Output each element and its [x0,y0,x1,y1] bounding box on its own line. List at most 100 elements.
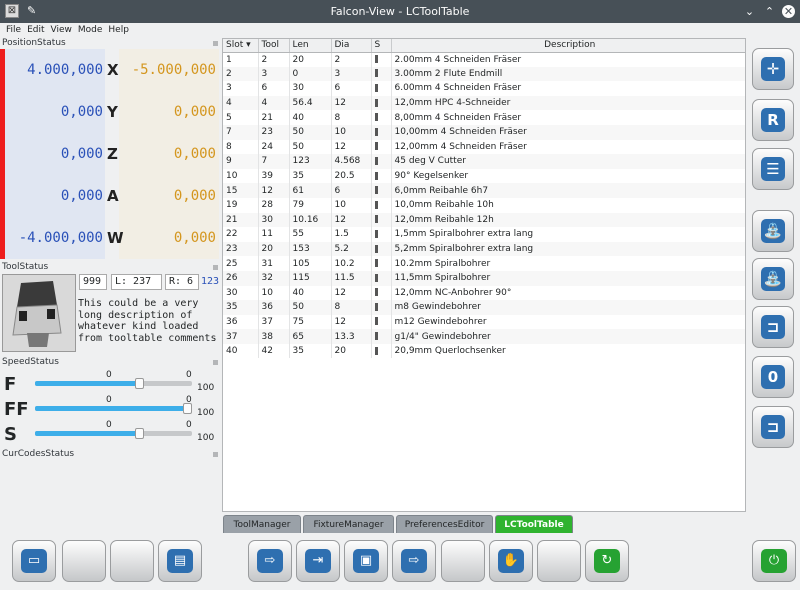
table-row[interactable]: 3 6 30 6 6.00mm 4 Schneiden Fräser [223,81,745,96]
cell-dia[interactable]: 3 [331,66,372,82]
minimize-icon[interactable]: ⌃ [762,4,777,19]
table-row[interactable]: 21 30 10.16 12 12,0mm Reibahle 12h [223,212,745,228]
cell-tool[interactable]: 42 [258,343,290,359]
program-pause-button[interactable]: ▣ [344,540,388,582]
table-row[interactable]: 2 3 0 3 3.00mm 2 Flute Endmill [223,66,745,82]
cell-description[interactable]: g1/4" Gewindebohrer [391,329,745,344]
cell-description[interactable]: 10,0mm Reibahle 10h [391,197,745,213]
cell-dia[interactable]: 12 [331,139,372,155]
cell-len[interactable]: 0 [289,66,332,82]
cell-tool[interactable]: 24 [258,139,290,155]
jog-pendant-button[interactable]: ✛ [752,48,794,90]
cell-dia[interactable]: 4.568 [331,154,372,169]
cell-s[interactable] [371,52,392,67]
cell-dia[interactable]: 10 [331,197,372,213]
cell-len[interactable]: 55 [289,227,332,242]
cell-tool[interactable]: 3 [258,66,290,82]
cell-description[interactable]: 20,9mm Querlochsenker [391,343,745,359]
tool-change-button[interactable]: ⊐ [752,306,794,348]
program-run-from-line-button[interactable]: ⇨ [392,540,436,582]
cell-s[interactable] [371,124,392,140]
blank-button[interactable] [537,540,581,582]
coolant-flood-button[interactable]: ⛲ [752,210,794,252]
cell-description[interactable]: 2.00mm 4 Schneiden Fräser [391,52,745,67]
column-header-dia[interactable]: Dia [331,39,372,53]
table-row[interactable]: 25 31 105 10.2 10.2mm Spiralbohrer [223,256,745,271]
cell-dia[interactable]: 13.3 [331,329,372,344]
table-row[interactable]: 37 38 65 13.3 g1/4" Gewindebohrer [223,329,745,344]
cell-tool[interactable]: 31 [258,256,290,271]
cell-description[interactable]: 12,0mm HPC 4-Schneider [391,95,745,111]
column-header-len[interactable]: Len [289,39,332,53]
cell-tool[interactable]: 4 [258,95,290,111]
cell-s[interactable] [371,212,392,228]
cell-tool[interactable]: 21 [258,110,290,125]
tab-toolmanager[interactable]: ToolManager [223,515,301,533]
tab-lctooltable[interactable]: LCToolTable [495,515,573,533]
cell-dia[interactable]: 6 [331,183,372,198]
cell-slot[interactable]: 10 [223,168,259,184]
list-view-button[interactable]: ☰ [752,148,794,190]
column-header-slot[interactable]: Slot ▾ [223,39,259,53]
cell-tool[interactable]: 7 [258,154,290,169]
cell-description[interactable]: 6,0mm Reibahle 6h7 [391,183,745,198]
menu-view[interactable]: View [51,23,72,38]
cell-slot[interactable]: 22 [223,227,259,242]
cell-s[interactable] [371,139,392,155]
cell-len[interactable]: 50 [289,300,332,315]
cell-s[interactable] [371,329,392,344]
cell-description[interactable]: m8 Gewindebohrer [391,300,745,315]
cell-description[interactable]: 12,00mm 4 Schneiden Fräser [391,139,745,155]
dock-float-icon[interactable] [213,41,218,46]
cell-tool[interactable]: 20 [258,241,290,257]
cell-s[interactable] [371,154,392,169]
cell-len[interactable]: 153 [289,241,332,257]
cell-slot[interactable]: 30 [223,285,259,301]
program-step-button[interactable]: ⇥ [296,540,340,582]
cell-len[interactable]: 50 [289,139,332,155]
cell-slot[interactable]: 36 [223,314,259,330]
cell-len[interactable]: 61 [289,183,332,198]
table-row[interactable]: 26 32 115 11.5 11,5mm Spiralbohrer [223,270,745,286]
table-row[interactable]: 1 2 20 2 2.00mm 4 Schneiden Fräser [223,52,745,67]
cell-slot[interactable]: 25 [223,256,259,271]
blank-button[interactable] [62,540,106,582]
table-row[interactable]: 40 42 35 20 20,9mm Querlochsenker [223,343,745,359]
cell-s[interactable] [371,314,392,330]
table-row[interactable]: 19 28 79 10 10,0mm Reibahle 10h [223,197,745,213]
speed-slider[interactable] [35,428,192,439]
column-header-description[interactable]: Description [391,39,745,53]
menu-help[interactable]: Help [108,23,129,38]
tab-fixturemanager[interactable]: FixtureManager [303,515,394,533]
cell-len[interactable]: 123 [289,154,332,169]
cell-dia[interactable]: 11.5 [331,270,372,286]
cell-s[interactable] [371,270,392,286]
menu-mode[interactable]: Mode [78,23,103,38]
table-row[interactable]: 30 10 40 12 12,0mm NC-Anbohrer 90° [223,285,745,301]
cell-slot[interactable]: 8 [223,139,259,155]
cell-s[interactable] [371,300,392,315]
table-row[interactable]: 4 4 56.4 12 12,0mm HPC 4-Schneider [223,95,745,111]
cell-slot[interactable]: 37 [223,329,259,344]
cell-len[interactable]: 50 [289,124,332,140]
cell-len[interactable]: 35 [289,343,332,359]
cell-len[interactable]: 40 [289,110,332,125]
program-file-button[interactable]: ▤ [158,540,202,582]
tab-preferenceseditor[interactable]: PreferencesEditor [396,515,493,533]
table-row[interactable]: 5 21 40 8 8,00mm 4 Schneiden Fräser [223,110,745,125]
cell-slot[interactable]: 5 [223,110,259,125]
cell-s[interactable] [371,227,392,242]
table-row[interactable]: 10 39 35 20.5 90° Kegelsenker [223,168,745,184]
cell-dia[interactable]: 8 [331,110,372,125]
blank-button[interactable] [110,540,154,582]
cell-description[interactable]: 90° Kegelsenker [391,168,745,184]
cell-len[interactable]: 65 [289,329,332,344]
cell-len[interactable]: 20 [289,52,332,67]
table-row[interactable]: 36 37 75 12 m12 Gewindebohrer [223,314,745,330]
slider-handle[interactable] [183,403,193,414]
cell-tool[interactable]: 36 [258,300,290,315]
cell-s[interactable] [371,168,392,184]
cell-tool[interactable]: 2 [258,52,290,67]
cell-len[interactable]: 40 [289,285,332,301]
table-row[interactable]: 23 20 153 5.2 5,2mm Spiralbohrer extra lang [223,241,745,257]
